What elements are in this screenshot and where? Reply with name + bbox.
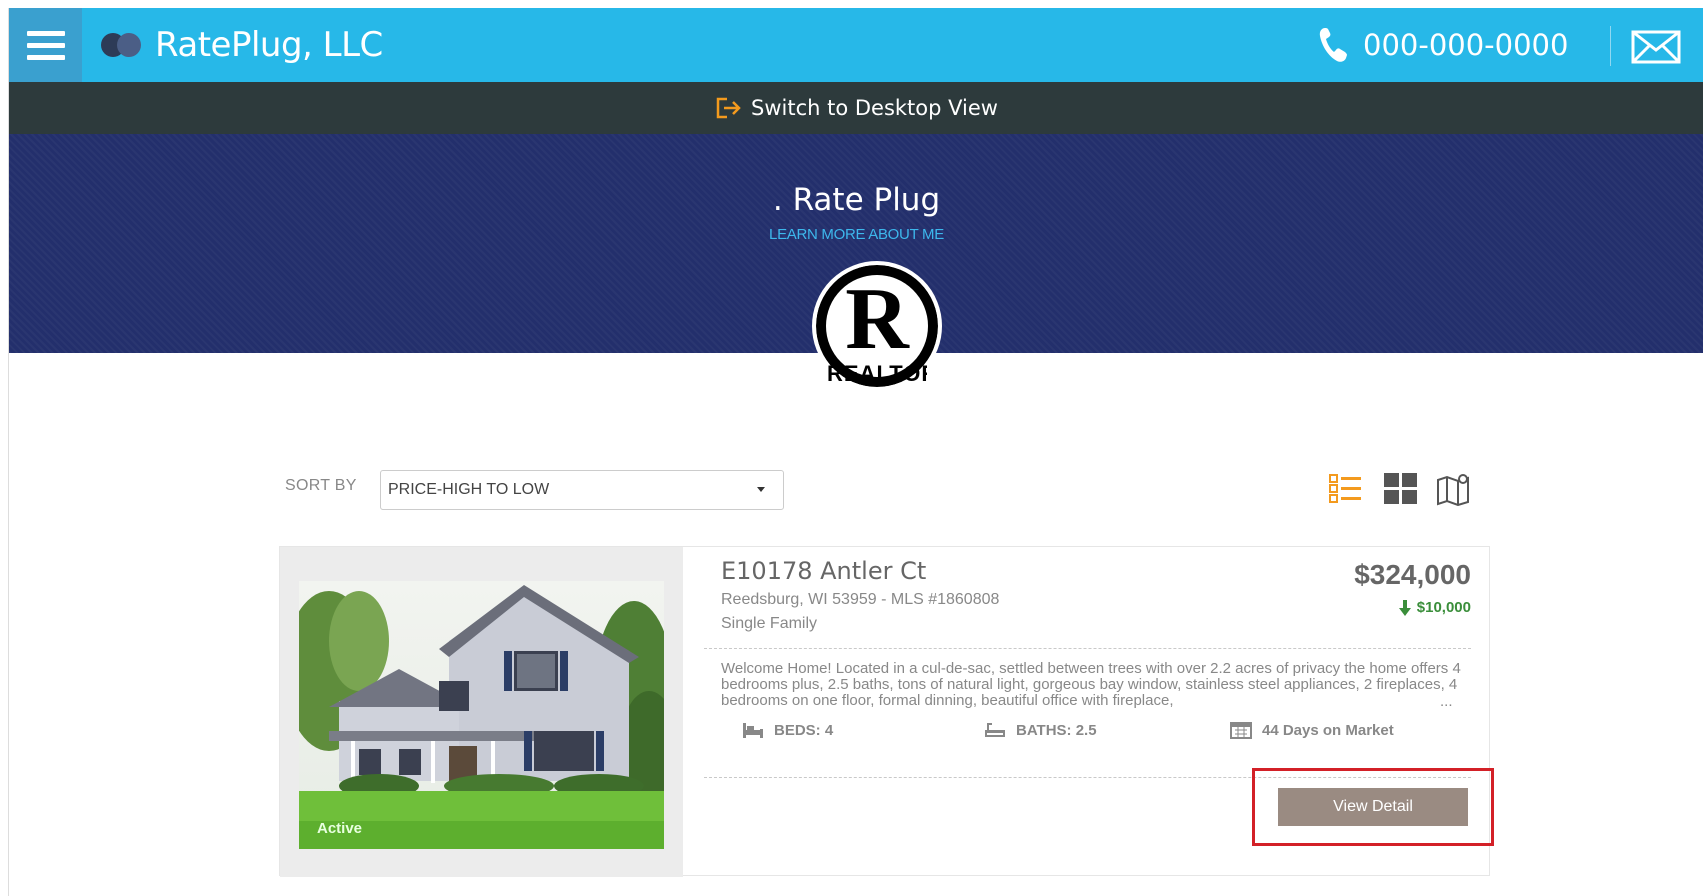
bathtub-icon bbox=[985, 723, 1005, 737]
beds-stat: BEDS: 4 bbox=[742, 721, 833, 739]
realtor-logo-letter: R bbox=[845, 271, 909, 368]
page: RatePlug, LLC 000-000-0000 Switch to Des… bbox=[8, 8, 1703, 896]
menu-bar bbox=[26, 42, 65, 48]
days-on-market-stat: 44 Days on Market bbox=[1230, 721, 1394, 739]
listing-price: $324,000 bbox=[1354, 559, 1471, 590]
menu-bar bbox=[26, 30, 65, 36]
switch-to-desktop-button[interactable]: Switch to Desktop View bbox=[9, 82, 1703, 134]
brand-name: RatePlug, LLC bbox=[155, 25, 383, 65]
caret-down-icon bbox=[757, 487, 765, 492]
grid-view-icon[interactable] bbox=[1382, 472, 1418, 506]
card-divider bbox=[704, 648, 1471, 649]
top-navbar: RatePlug, LLC 000-000-0000 bbox=[9, 8, 1703, 82]
learn-more-link[interactable]: LEARN MORE ABOUT ME bbox=[9, 226, 1703, 243]
realtor-logo-text: REALTOR bbox=[827, 361, 927, 385]
listing-property-type: Single Family bbox=[721, 615, 818, 632]
bed-icon bbox=[743, 723, 763, 738]
view-detail-button[interactable]: View Detail bbox=[1278, 788, 1468, 826]
header-divider bbox=[1610, 26, 1611, 66]
sort-selected-value: PRICE-HIGH TO LOW bbox=[388, 481, 550, 498]
listing-photo[interactable]: Active bbox=[299, 581, 664, 849]
map-view-icon[interactable] bbox=[1436, 472, 1472, 506]
baths-count: BATHS: 2.5 bbox=[1016, 721, 1097, 739]
brand[interactable]: RatePlug, LLC bbox=[101, 22, 383, 68]
brand-logo-icon bbox=[101, 33, 145, 57]
listing-city-mls: Reedsburg, WI 53959 - MLS #1860808 bbox=[721, 591, 1000, 608]
calendar-icon bbox=[1230, 722, 1252, 739]
listing-status-tag: Active bbox=[317, 820, 363, 837]
hamburger-menu-button[interactable] bbox=[9, 8, 82, 82]
listing-photo-frame: Active bbox=[280, 547, 683, 877]
listing-description: Welcome Home! Located in a cul-de-sac, s… bbox=[721, 661, 1461, 709]
card-divider bbox=[704, 777, 1471, 778]
sort-select[interactable]: PRICE-HIGH TO LOW bbox=[380, 470, 784, 510]
listing-stats: BEDS: 4 BATHS: 2.5 44 Days on Market bbox=[742, 721, 1472, 745]
listing-address[interactable]: E10178 Antler Ct bbox=[721, 557, 926, 585]
price-change: $10,000 bbox=[1398, 599, 1471, 616]
listing-card[interactable]: Active E10178 Antler Ct Reedsburg, WI 53… bbox=[279, 546, 1490, 877]
phone-link[interactable]: 000-000-0000 bbox=[1317, 26, 1568, 64]
price-change-amount: $10,000 bbox=[1416, 599, 1471, 616]
switch-label: Switch to Desktop View bbox=[751, 96, 998, 120]
arrow-down-icon bbox=[1398, 599, 1411, 616]
mail-icon[interactable] bbox=[1631, 30, 1681, 64]
list-view-icon[interactable] bbox=[1328, 472, 1364, 506]
beds-count: BEDS: 4 bbox=[774, 721, 834, 739]
phone-icon bbox=[1319, 28, 1347, 62]
baths-stat: BATHS: 2.5 bbox=[984, 721, 1097, 739]
description-ellipsis: ... bbox=[1440, 693, 1453, 710]
house-photo-image bbox=[299, 581, 664, 849]
menu-bar bbox=[26, 54, 65, 60]
phone-number: 000-000-0000 bbox=[1363, 28, 1569, 62]
sign-out-icon bbox=[716, 97, 741, 119]
sort-label: SORT BY bbox=[285, 477, 357, 494]
view-mode-toggle bbox=[1328, 472, 1472, 506]
days-on-market: 44 Days on Market bbox=[1262, 721, 1394, 739]
agent-name: . Rate Plug bbox=[772, 182, 941, 218]
